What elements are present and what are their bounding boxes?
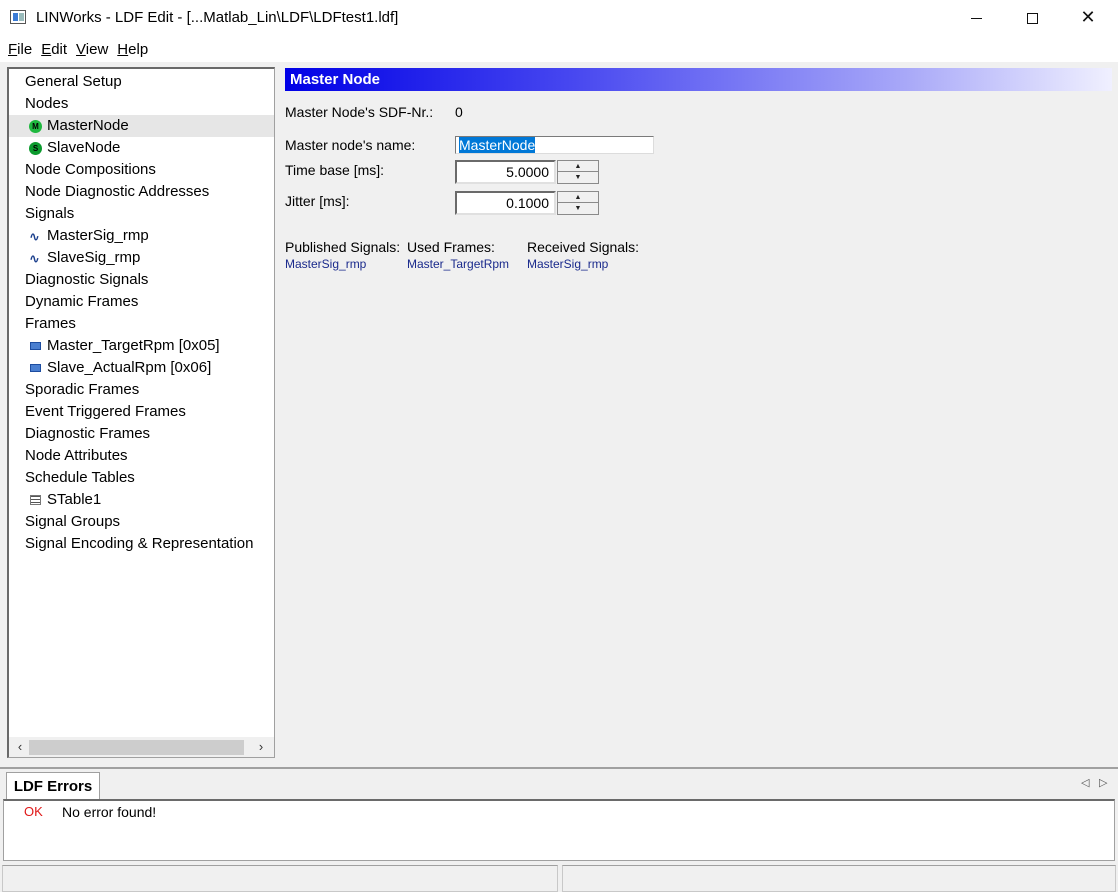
jitter-input[interactable]: 0.1000	[455, 191, 556, 215]
tree-item-node-compositions[interactable]: Node Compositions	[9, 159, 274, 181]
jitter-label: Jitter [ms]:	[285, 193, 350, 209]
status-cell-right	[562, 865, 1116, 892]
tree-item-dynamic-frames[interactable]: Dynamic Frames	[9, 291, 274, 313]
tree-item-slave-actualrpm[interactable]: Slave_ActualRpm [0x06]	[9, 357, 274, 379]
time-base-down-button[interactable]: ▼	[558, 172, 598, 183]
status-bar	[0, 863, 1118, 892]
tree-item-frames[interactable]: Frames	[9, 313, 274, 335]
maximize-button[interactable]	[1004, 0, 1060, 36]
tab-ldf-errors[interactable]: LDF Errors	[6, 772, 100, 800]
tree-item-diagnostic-signals[interactable]: Diagnostic Signals	[9, 269, 274, 291]
time-base-label: Time base [ms]:	[285, 162, 385, 178]
time-base-up-button[interactable]: ▲	[558, 161, 598, 172]
sdf-number-value: 0	[455, 104, 463, 120]
master-name-input[interactable]: MasterNode	[455, 136, 654, 154]
published-signals-label: Published Signals:	[285, 239, 401, 255]
tree-item-master-targetrpm[interactable]: Master_TargetRpm [0x05]	[9, 335, 274, 357]
time-base-spinner[interactable]: ▲ ▼	[557, 160, 599, 184]
tree-item-masternode[interactable]: M MasterNode	[9, 115, 274, 137]
tree-item-signal-encoding[interactable]: Signal Encoding & Representation	[9, 533, 274, 555]
minimize-icon	[970, 17, 982, 19]
jitter-up-button[interactable]: ▲	[558, 192, 598, 203]
tree-item-event-triggered-frames[interactable]: Event Triggered Frames	[9, 401, 274, 423]
scroll-thumb[interactable]	[29, 740, 244, 755]
time-base-input[interactable]: 5.0000	[455, 160, 556, 184]
tab-scroll-left-icon[interactable]: ◁	[1081, 776, 1089, 789]
master-node-icon: M	[29, 120, 42, 133]
tree-item-general-setup[interactable]: General Setup	[9, 71, 274, 93]
splitter[interactable]	[0, 767, 1118, 769]
error-message: No error found!	[62, 804, 157, 820]
tree-item-sporadic-frames[interactable]: Sporadic Frames	[9, 379, 274, 401]
tree-item-node-diagnostic-addresses[interactable]: Node Diagnostic Addresses	[9, 181, 274, 203]
tree-item-nodes[interactable]: Nodes	[9, 93, 274, 115]
frame-icon	[30, 364, 41, 372]
sdf-number-label: Master Node's SDF-Nr.:	[285, 104, 434, 120]
window-title: LINWorks - LDF Edit - [...Matlab_Lin\LDF…	[36, 9, 399, 26]
minimize-button[interactable]	[948, 0, 1004, 36]
menu-edit[interactable]: Edit	[41, 41, 67, 58]
status-cell-left	[2, 865, 558, 892]
status-ok-badge: OK	[24, 804, 43, 819]
used-frames-label: Used Frames:	[407, 239, 495, 255]
close-button[interactable]: ✕	[1060, 0, 1116, 36]
tree-item-schedule-tables[interactable]: Schedule Tables	[9, 467, 274, 489]
received-signal-link[interactable]: MasterSig_rmp	[527, 257, 608, 271]
tree-item-node-attributes[interactable]: Node Attributes	[9, 445, 274, 467]
tree-item-slavesig-rmp[interactable]: ∿ SlaveSig_rmp	[9, 247, 274, 269]
title-bar: LINWorks - LDF Edit - [...Matlab_Lin\LDF…	[0, 0, 1118, 36]
close-icon: ✕	[1080, 7, 1096, 28]
tab-scroll-right-icon[interactable]: ▷	[1099, 776, 1107, 789]
tree-item-stable1[interactable]: STable1	[9, 489, 274, 511]
published-signal-link[interactable]: MasterSig_rmp	[285, 257, 366, 271]
tree-item-slavenode[interactable]: S SlaveNode	[9, 137, 274, 159]
panel-header: Master Node	[285, 68, 1112, 91]
jitter-spinner[interactable]: ▲ ▼	[557, 191, 599, 215]
tree-horizontal-scrollbar[interactable]: ‹ ›	[9, 737, 274, 757]
app-window: LINWorks - LDF Edit - [...Matlab_Lin\LDF…	[0, 0, 1118, 892]
signal-icon: ∿	[29, 251, 40, 266]
tree-item-signal-groups[interactable]: Signal Groups	[9, 511, 274, 533]
signal-icon: ∿	[29, 229, 40, 244]
ldf-tree-view[interactable]: General Setup Nodes M MasterNode S Slave…	[7, 67, 275, 758]
menu-bar: File Edit View Help	[0, 36, 1118, 62]
menu-file[interactable]: File	[8, 41, 32, 58]
used-frame-link[interactable]: Master_TargetRpm	[407, 257, 509, 271]
scroll-right-icon[interactable]: ›	[252, 739, 270, 755]
menu-view[interactable]: View	[76, 41, 108, 58]
app-logo-icon	[10, 10, 26, 24]
received-signals-label: Received Signals:	[527, 239, 640, 255]
menu-help[interactable]: Help	[117, 41, 148, 58]
slave-node-icon: S	[29, 142, 42, 155]
table-icon	[30, 495, 41, 505]
error-list[interactable]: OK No error found!	[3, 799, 1115, 861]
tree-item-mastersig-rmp[interactable]: ∿ MasterSig_rmp	[9, 225, 274, 247]
tree-items: General Setup Nodes M MasterNode S Slave…	[9, 71, 274, 555]
scroll-left-icon[interactable]: ‹	[11, 739, 29, 755]
master-name-label: Master node's name:	[285, 137, 416, 153]
tree-item-diagnostic-frames[interactable]: Diagnostic Frames	[9, 423, 274, 445]
tree-item-signals[interactable]: Signals	[9, 203, 274, 225]
jitter-down-button[interactable]: ▼	[558, 203, 598, 214]
frame-icon	[30, 342, 41, 350]
maximize-icon	[1026, 12, 1038, 24]
